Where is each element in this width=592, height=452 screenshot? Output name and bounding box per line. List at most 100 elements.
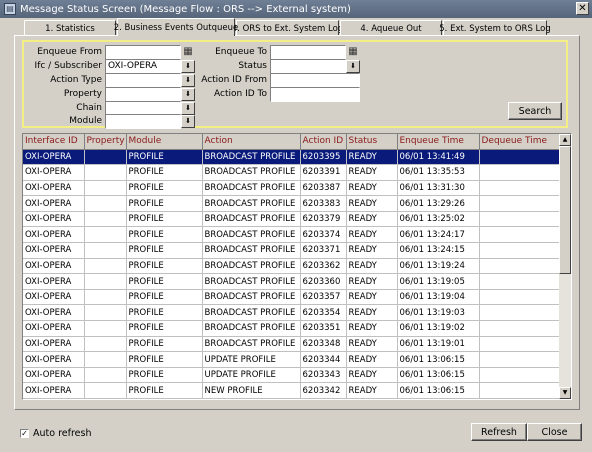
property-label: Property bbox=[63, 89, 102, 99]
table-cell bbox=[479, 258, 561, 275]
table-cell: BROADCAST PROFILE bbox=[202, 304, 301, 322]
auto-refresh-label: Auto refresh bbox=[33, 428, 92, 439]
tab-ors-to-ext-system-log[interactable]: 3. ORS to Ext. System Log bbox=[232, 20, 343, 36]
tab-ext-system-to-ors-log[interactable]: 5. Ext. System to ORS Log bbox=[439, 20, 551, 36]
table-cell: BROADCAST PROFILE bbox=[202, 164, 301, 181]
column-header[interactable]: Module bbox=[126, 134, 203, 150]
table-cell: 6203360 bbox=[300, 273, 347, 290]
tab-aqueue-out[interactable]: 4. Aqueue Out bbox=[340, 20, 442, 36]
table-cell: 6203383 bbox=[300, 195, 347, 212]
table-cell: 06/01 13:19:24 bbox=[397, 258, 480, 275]
tab-business-events-outqueue[interactable]: 2. Business Events Outqueue bbox=[114, 18, 238, 36]
table-cell: PROFILE bbox=[126, 180, 203, 197]
table-row[interactable]: OXI-OPERA PROFILE BROADCAST PROFILE 6203371… bbox=[23, 242, 561, 259]
table-cell: READY bbox=[346, 304, 398, 322]
title-bar: ▤ Message Status Screen (Message Flow : … bbox=[0, 0, 592, 18]
table-cell: 06/01 13:24:15 bbox=[397, 242, 480, 259]
table-cell bbox=[84, 320, 127, 337]
chain-dropdown-icon[interactable]: ⬇ bbox=[181, 102, 195, 115]
column-header[interactable]: Action bbox=[202, 134, 301, 150]
property-field[interactable] bbox=[105, 87, 181, 102]
table-cell: READY bbox=[346, 320, 398, 337]
table-cell: PROFILE bbox=[126, 304, 203, 322]
table-cell: PROFILE bbox=[126, 149, 203, 166]
action-id-to-field[interactable] bbox=[270, 87, 360, 102]
refresh-button[interactable]: Refresh bbox=[471, 423, 527, 441]
action-id-to-label: Action ID To bbox=[214, 89, 267, 99]
table-row[interactable]: OXI-OPERA PROFILE UPDATE PROFILE 6203344 REA… bbox=[23, 351, 561, 368]
table-cell bbox=[479, 242, 561, 259]
table-row[interactable]: OXI-OPERA PROFILE BROADCAST PROFILE 6203395… bbox=[23, 149, 561, 166]
scrollbar-thumb[interactable] bbox=[559, 146, 571, 274]
chain-label: Chain bbox=[76, 103, 102, 113]
table-cell: 6203354 bbox=[300, 304, 347, 322]
table-row[interactable]: OXI-OPERA PROFILE BROADCAST PROFILE 6203357… bbox=[23, 289, 561, 306]
table-cell: 6203374 bbox=[300, 226, 347, 244]
table-cell: 06/01 13:25:02 bbox=[397, 211, 480, 228]
table-cell bbox=[479, 289, 561, 306]
table-cell: OXI-OPERA bbox=[23, 320, 85, 337]
table-cell bbox=[84, 164, 127, 181]
auto-refresh-checkbox[interactable]: ✓ bbox=[20, 429, 29, 438]
table-cell: 06/01 13:06:15 bbox=[397, 351, 480, 368]
table-cell bbox=[479, 164, 561, 181]
table-row[interactable]: OXI-OPERA PROFILE BROADCAST PROFILE 6203387… bbox=[23, 180, 561, 197]
tab-statistics[interactable]: 1. Statistics bbox=[24, 20, 116, 36]
close-button[interactable]: Close bbox=[527, 423, 582, 441]
table-cell bbox=[479, 382, 561, 399]
table-row[interactable]: OXI-OPERA PROFILE BROADCAST PROFILE 6203383… bbox=[23, 195, 561, 212]
ifc-subscriber-field[interactable]: OXI-OPERA bbox=[105, 59, 181, 74]
enqueue-from-field[interactable] bbox=[105, 45, 181, 60]
table-cell bbox=[84, 226, 127, 244]
status-field[interactable] bbox=[270, 59, 346, 74]
table-row[interactable]: OXI-OPERA PROFILE BROADCAST PROFILE 6203351… bbox=[23, 320, 561, 337]
table-row[interactable]: OXI-OPERA PROFILE BROADCAST PROFILE 6203391… bbox=[23, 164, 561, 181]
table-row[interactable]: OXI-OPERA PROFILE BROADCAST PROFILE 6203360… bbox=[23, 273, 561, 290]
table-cell bbox=[479, 273, 561, 290]
window-title: Message Status Screen (Message Flow : OR… bbox=[20, 3, 351, 15]
module-field[interactable] bbox=[105, 114, 181, 129]
table-cell: 6203343 bbox=[300, 367, 347, 384]
checkmark-icon: ✓ bbox=[21, 429, 28, 438]
table-row[interactable]: OXI-OPERA PROFILE BROADCAST PROFILE 6203362… bbox=[23, 258, 561, 275]
status-dropdown-icon[interactable]: ⬇ bbox=[346, 60, 360, 73]
table-row[interactable]: OXI-OPERA PROFILE BROADCAST PROFILE 6203379… bbox=[23, 211, 561, 228]
column-header[interactable]: Status bbox=[346, 134, 398, 150]
table-cell: READY bbox=[346, 242, 398, 259]
table-row[interactable]: OXI-OPERA PROFILE UPDATE PROFILE 6203343 REA… bbox=[23, 367, 561, 384]
table-row[interactable]: OXI-OPERA PROFILE BROADCAST PROFILE 6203348… bbox=[23, 336, 561, 353]
table-cell: BROADCAST PROFILE bbox=[202, 180, 301, 197]
table-cell: OXI-OPERA bbox=[23, 289, 85, 306]
scroll-up-icon[interactable]: ▲ bbox=[559, 134, 571, 146]
table-cell: 6203391 bbox=[300, 164, 347, 181]
scroll-down-icon[interactable]: ▼ bbox=[559, 387, 571, 399]
window-close-button[interactable]: ✕ bbox=[576, 2, 589, 15]
action-type-field[interactable] bbox=[105, 73, 181, 88]
enqueue-to-field[interactable] bbox=[270, 45, 346, 60]
action-id-from-field[interactable] bbox=[270, 73, 360, 88]
table-cell: OXI-OPERA bbox=[23, 164, 85, 181]
table-cell bbox=[479, 351, 561, 368]
table-row[interactable]: OXI-OPERA PROFILE NEW PROFILE 6203342 READY 0… bbox=[23, 382, 561, 399]
table-cell: PROFILE bbox=[126, 336, 203, 353]
table-cell bbox=[479, 336, 561, 353]
column-header[interactable]: Interface ID bbox=[23, 134, 85, 150]
column-header[interactable]: Enqueue Time bbox=[397, 134, 480, 150]
column-header[interactable]: Property bbox=[84, 134, 127, 150]
table-row[interactable]: OXI-OPERA PROFILE BROADCAST PROFILE 6203374… bbox=[23, 226, 561, 244]
table-cell: PROFILE bbox=[126, 320, 203, 337]
search-button[interactable]: Search bbox=[508, 102, 562, 120]
table-cell: BROADCAST PROFILE bbox=[202, 289, 301, 306]
table-cell: BROADCAST PROFILE bbox=[202, 273, 301, 290]
module-dropdown-icon[interactable]: ⬇ bbox=[181, 115, 195, 128]
table-cell: 06/01 13:31:30 bbox=[397, 180, 480, 197]
column-header[interactable]: Dequeue Time bbox=[479, 134, 561, 150]
table-cell: 06/01 13:19:02 bbox=[397, 320, 480, 337]
grid-vertical-scrollbar[interactable]: ▲ ▼ bbox=[559, 134, 571, 399]
table-cell bbox=[479, 367, 561, 384]
table-cell: OXI-OPERA bbox=[23, 242, 85, 259]
table-row[interactable]: OXI-OPERA PROFILE BROADCAST PROFILE 6203354… bbox=[23, 304, 561, 322]
column-header[interactable]: Action ID bbox=[300, 134, 347, 150]
table-cell: OXI-OPERA bbox=[23, 304, 85, 322]
enqueue-to-calendar-icon[interactable]: ▦ bbox=[346, 45, 360, 58]
